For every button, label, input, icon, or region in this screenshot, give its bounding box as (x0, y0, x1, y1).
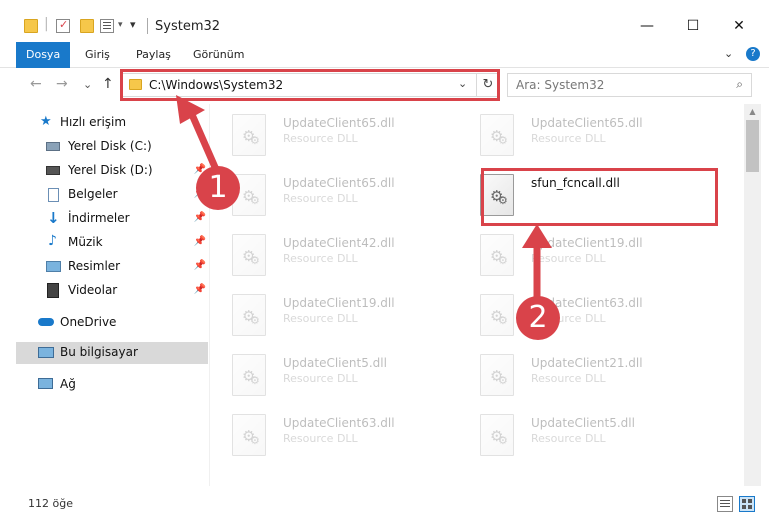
arrow-2 (522, 224, 552, 304)
step-2-badge: 2 (516, 296, 560, 340)
step-1-badge: 1 (196, 166, 240, 210)
annotation-arrows (176, 95, 552, 304)
arrow-1 (176, 95, 222, 178)
